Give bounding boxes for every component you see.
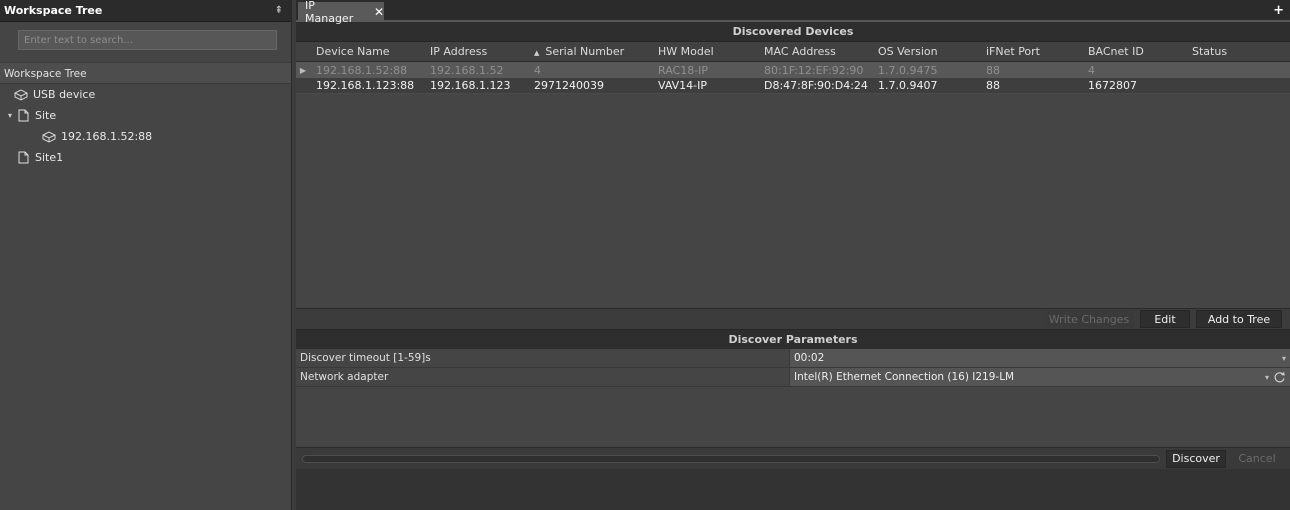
table-row[interactable]: ▶ 192.168.1.52:88 192.168.1.52 4 RAC18-I…: [296, 62, 1290, 78]
param-row-adapter: Network adapter Intel(R) Ethernet Connec…: [296, 368, 1290, 387]
edit-button[interactable]: Edit: [1140, 310, 1190, 328]
cell-ip-address: 192.168.1.123: [430, 79, 511, 92]
column-header[interactable]: Status: [1186, 45, 1290, 58]
column-header-sorted[interactable]: ▲ Serial Number: [528, 45, 652, 58]
cell-os-version: 1.7.0.9407: [878, 79, 938, 92]
cell-hw-model: VAV14-IP: [658, 79, 708, 92]
tree-item-label: Site: [35, 109, 57, 122]
tab-label: IP Manager: [305, 0, 354, 25]
tree-item-label: USB device: [33, 88, 96, 101]
page-icon: [16, 151, 30, 165]
tab-ip-manager[interactable]: IP Manager ✕: [298, 0, 384, 25]
param-label: Network adapter: [296, 368, 790, 386]
table-row[interactable]: 192.168.1.123:88 192.168.1.123 297124003…: [296, 78, 1290, 94]
tree-item-site1[interactable]: Site1: [0, 147, 291, 168]
workspace-tree-header: Workspace Tree ⇞: [0, 0, 291, 22]
add-to-tree-button[interactable]: Add to Tree: [1196, 310, 1282, 328]
params-empty-area: [296, 387, 1290, 447]
cell-bacnet-id: 4: [1088, 63, 1095, 77]
add-tab-icon[interactable]: +: [1273, 3, 1284, 18]
chevron-down-icon[interactable]: ▾: [1265, 373, 1269, 382]
param-label: Discover timeout [1-59]s: [296, 349, 790, 367]
cell-hw-model: RAC18-IP: [658, 63, 709, 77]
discover-progress-bar: [302, 454, 1160, 463]
chevron-down-icon[interactable]: ▾: [1282, 354, 1286, 363]
timeout-value: 00:02: [794, 352, 825, 364]
param-row-timeout: Discover timeout [1-59]s 00:02 ▾: [296, 349, 1290, 368]
tree-item-site[interactable]: ▾ Site: [0, 105, 291, 126]
device-icon: [14, 88, 28, 102]
panel-title: Workspace Tree: [4, 4, 103, 17]
cell-device-name: 192.168.1.52:88: [316, 63, 408, 77]
page-icon: [16, 109, 30, 123]
tree-item-label: 192.168.1.52:88: [61, 130, 153, 143]
pin-icon[interactable]: ⇞: [275, 5, 283, 16]
column-header[interactable]: OS Version: [872, 45, 980, 58]
discover-button[interactable]: Discover: [1166, 449, 1226, 468]
cancel-button[interactable]: Cancel: [1232, 449, 1282, 468]
cell-ip-address: 192.168.1.52: [430, 63, 504, 77]
close-icon[interactable]: ✕: [374, 5, 384, 19]
tab-bar: IP Manager ✕ +: [296, 0, 1290, 25]
cell-ifnet-port: 88: [986, 79, 1000, 92]
cell-os-version: 1.7.0.9475: [878, 63, 938, 77]
network-adapter-select[interactable]: Intel(R) Ethernet Connection (16) I219-L…: [790, 368, 1290, 386]
cell-mac-address: D8:47:8F:90:D4:24: [764, 79, 868, 92]
cell-ifnet-port: 88: [986, 63, 1000, 77]
timeout-field[interactable]: 00:02 ▾: [790, 349, 1290, 367]
cell-serial-number: 2971240039: [534, 79, 604, 92]
ip-manager-panel: IP Manager ✕ + Discovered Devices Device…: [296, 0, 1290, 510]
adapter-controls: ▾: [1265, 371, 1286, 384]
column-header[interactable]: Device Name: [310, 45, 424, 58]
column-header[interactable]: BACnet ID: [1082, 45, 1186, 58]
cell-serial-number: 4: [534, 63, 541, 77]
sort-asc-icon: ▲: [534, 49, 540, 57]
discovered-devices-title: Discovered Devices: [296, 22, 1290, 42]
column-header[interactable]: IP Address: [424, 45, 528, 58]
column-header[interactable]: MAC Address: [758, 45, 872, 58]
device-actions-bar: Write Changes Edit Add to Tree: [296, 309, 1290, 329]
device-icon: [42, 130, 56, 144]
discover-bar: Discover Cancel: [296, 447, 1290, 469]
search-input[interactable]: [18, 30, 277, 50]
tree-item-label: Site1: [35, 151, 64, 164]
column-header[interactable]: iFNet Port: [980, 45, 1082, 58]
tree-item-device-ip[interactable]: 192.168.1.52:88: [0, 126, 291, 147]
tree-root-label: Workspace Tree: [0, 62, 291, 84]
adapter-value: Intel(R) Ethernet Connection (16) I219-L…: [794, 371, 1015, 383]
write-changes-button[interactable]: Write Changes: [1044, 310, 1134, 328]
cell-device-name: 192.168.1.123:88: [316, 79, 415, 92]
cell-mac-address: 80:1F:12:EF:92:90: [764, 63, 864, 77]
devices-table-body: ▶ 192.168.1.52:88 192.168.1.52 4 RAC18-I…: [296, 62, 1290, 309]
discover-parameters-title: Discover Parameters: [296, 329, 1290, 349]
chevron-down-icon[interactable]: ▾: [4, 111, 16, 120]
devices-table-header: Device Name IP Address ▲ Serial Number HW…: [296, 42, 1290, 62]
tree-item-usb-device[interactable]: USB device: [0, 84, 291, 105]
row-marker-icon: ▶: [299, 65, 307, 75]
cell-bacnet-id: 1672807: [1088, 79, 1137, 92]
tree: Workspace Tree USB device ▾ Site 192.168…: [0, 62, 291, 168]
search-wrap: [0, 22, 291, 58]
column-header[interactable]: HW Model: [652, 45, 758, 58]
refresh-icon[interactable]: [1273, 371, 1286, 384]
column-header-label: Serial Number: [545, 45, 625, 58]
workspace-tree-panel: Workspace Tree ⇞ Workspace Tree USB devi…: [0, 0, 292, 510]
